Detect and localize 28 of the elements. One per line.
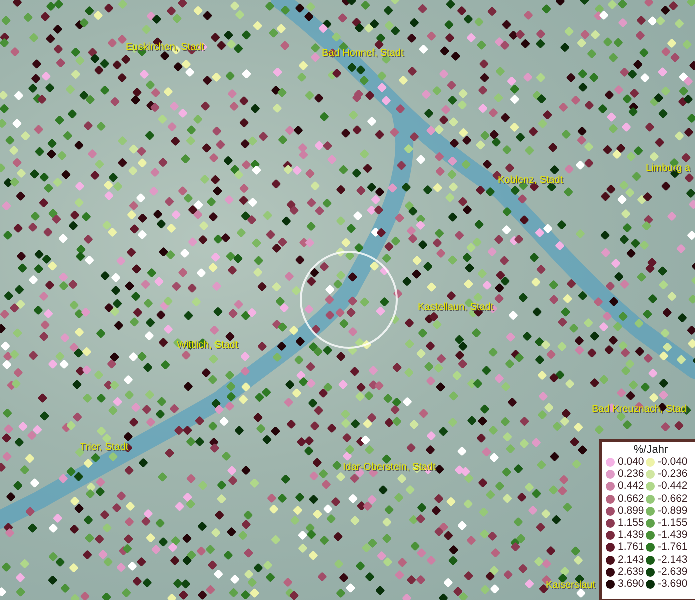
- legend-value: 2.639: [618, 566, 644, 578]
- legend-value: -0.662: [658, 494, 688, 505]
- legend-value: 0.040: [618, 457, 644, 468]
- legend-value: -2.639: [658, 566, 688, 578]
- legend-value: 2.143: [618, 554, 644, 566]
- place-label: Idar-Oberstein, Stadt: [343, 462, 436, 474]
- legend-value: -0.899: [658, 506, 688, 517]
- legend-value: -0.236: [658, 469, 688, 480]
- legend-value: 1.761: [618, 542, 644, 554]
- legend-value: 3.690: [618, 578, 644, 590]
- legend-value: 0.899: [618, 506, 644, 517]
- legend-value: -0.442: [658, 481, 688, 492]
- place-label: Koblenz, Stadt: [498, 175, 564, 187]
- place-label: Kaiserslaut: [546, 580, 596, 592]
- legend-value: 1.155: [618, 518, 644, 530]
- legend-value: -2.143: [658, 554, 688, 566]
- place-label: Kastellaun, Stadt: [418, 302, 494, 314]
- legend-value: -1.761: [658, 542, 688, 554]
- legend-value: 1.439: [618, 530, 644, 542]
- legend-value: 0.236: [618, 469, 644, 480]
- legend-title: %/Jahr: [632, 444, 670, 457]
- legend-value: 0.662: [618, 494, 644, 505]
- legend-value: -1.155: [658, 518, 688, 530]
- legend-value: 0.442: [618, 481, 644, 492]
- legend-value: -3.690: [658, 578, 688, 590]
- place-label: Limburg a: [646, 163, 690, 175]
- legend-value: -0.040: [658, 457, 688, 468]
- legend-value: -1.439: [658, 530, 688, 542]
